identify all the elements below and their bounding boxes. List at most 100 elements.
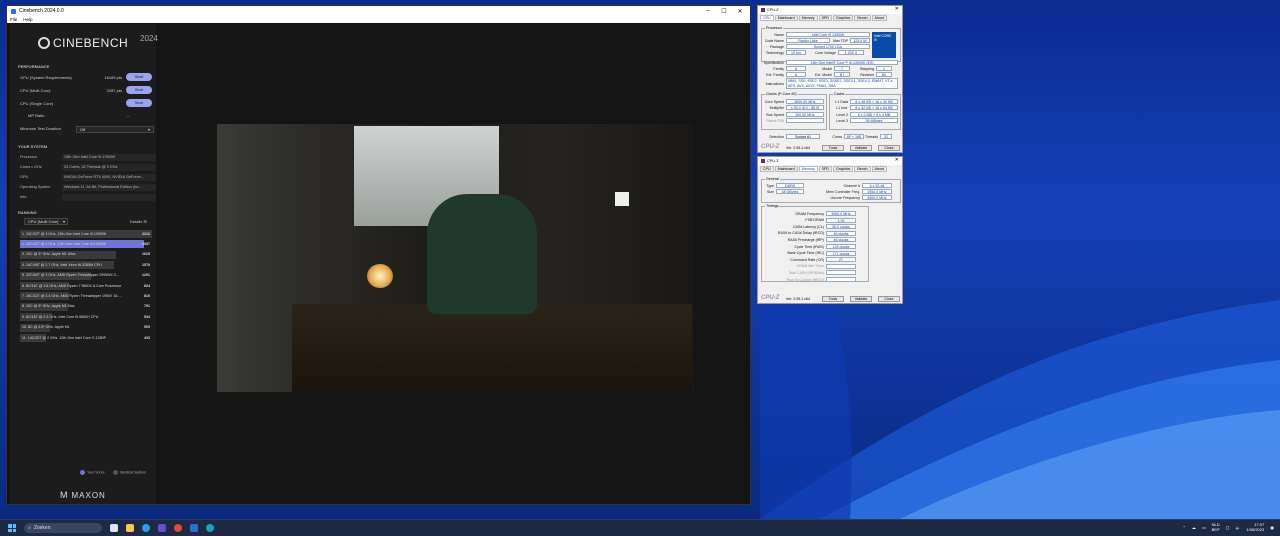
- file-explorer-icon[interactable]: [126, 524, 134, 532]
- kv-technology: Technology 10 nm Core Voltage 1.209 V: [762, 50, 864, 55]
- ranking-row[interactable]: 5. 32C/64T @ 3 GHz, AMD Ryzen Threadripp…: [20, 271, 152, 281]
- cpuz-app-icon: [761, 159, 765, 163]
- system-heading: YOUR SYSTEM: [18, 144, 48, 149]
- min-duration-select[interactable]: Off ▾: [76, 126, 154, 133]
- kv-l1-inst: L1 Inst. 8 x 32 KB + 16 x 64 KB: [830, 105, 898, 110]
- start-cpu-multi-button[interactable]: Start: [126, 86, 152, 94]
- timing-value: 3900.0 MHz: [826, 211, 856, 216]
- tab-cpu[interactable]: CPU: [760, 166, 774, 172]
- start-gpu-button[interactable]: Start: [126, 73, 152, 81]
- tab-spd[interactable]: SPD: [818, 15, 832, 21]
- ranking-row[interactable]: 4. 24C/48T @ 2.7 GHz, Intel Xeon W-3265M…: [20, 260, 152, 271]
- cloud-icon[interactable]: ☁: [1192, 525, 1196, 530]
- system-row: GPU NVIDIA GeForce RTX 4090, NVIDIA GeFor…: [20, 172, 156, 182]
- close-icon[interactable]: ✕: [732, 8, 748, 15]
- perf-label: GPU (System Requirements): [20, 74, 72, 80]
- timing-row: Total CAS# (tRDRAM): [762, 270, 856, 276]
- timing-label: Total CAS# (tRDRAM): [788, 270, 824, 275]
- ranking-name: 6. 8C/16T @ 3.8 GHz, AMD Ryzen 7 5800X 8…: [22, 283, 122, 288]
- timing-label: DRAM Frequency: [795, 211, 824, 216]
- tab-strip: CPU Mainboard Memory SPD Graphics Bench About: [758, 165, 902, 173]
- timing-row: FSB:DRAM 1:39: [762, 217, 856, 223]
- clock[interactable]: 17:07 1/08/2023: [1246, 522, 1264, 532]
- socket-select[interactable]: Socket #1: [786, 134, 820, 139]
- tab-bench[interactable]: Bench: [854, 15, 871, 21]
- tab-about[interactable]: About: [871, 166, 887, 172]
- tab-mainboard[interactable]: Mainboard: [774, 166, 798, 172]
- tab-graphics[interactable]: Graphics: [832, 15, 854, 21]
- ranking-row[interactable]: 6. 8C/16T @ 3.8 GHz, AMD Ryzen 7 5800X 8…: [20, 281, 152, 292]
- tools-button[interactable]: Tools: [822, 296, 844, 302]
- timing-value: [826, 277, 856, 282]
- kv-ext-family: Ext. Family 6 Ext. Model B7 Revision B0: [762, 72, 892, 77]
- menu-help[interactable]: Help: [23, 17, 32, 22]
- mp-ratio-row: MP Ratio --: [28, 110, 152, 120]
- ranking-row[interactable]: 11. 14C/20T @ 2 GHz, 12th Gen Intel Core…: [20, 333, 152, 344]
- title-bar[interactable]: Cinebench 2024.0.0 – ☐ ✕: [7, 6, 750, 16]
- ranking-row[interactable]: 2. 24C/32T @ 3 GHz, 13th Gen Intel Core …: [20, 239, 152, 250]
- title-bar[interactable]: CPU-Z ✕: [758, 157, 902, 165]
- logo-circle-icon: [38, 37, 50, 49]
- ranking-row[interactable]: 3. 20C @ 3* GHz, Apple M1 Ultra 1625: [20, 250, 152, 261]
- tab-bench[interactable]: Bench: [854, 166, 871, 172]
- tab-memory[interactable]: Memory: [798, 166, 818, 172]
- monitor-icon[interactable]: ▢: [1226, 525, 1230, 530]
- taskbar-search[interactable]: ⌕ Zoeken: [24, 523, 102, 533]
- windows-start-icon[interactable]: [8, 524, 16, 532]
- tab-spd[interactable]: SPD: [818, 166, 832, 172]
- kv-channel: Channel #4 x 32-bit: [818, 183, 892, 188]
- minimize-icon[interactable]: –: [700, 8, 716, 14]
- tab-strip: CPU Mainboard Memory SPD Graphics Bench About: [758, 14, 902, 22]
- title-bar[interactable]: CPU-Z ✕: [758, 6, 902, 14]
- timing-row: Command Rate (CR) 2T: [762, 257, 856, 263]
- ranking-row[interactable]: 8. 10C @ 3* GHz, Apple M1 Max 791: [20, 302, 152, 313]
- close-button[interactable]: Close: [878, 296, 900, 302]
- chevron-up-icon[interactable]: ⌃: [1183, 525, 1186, 530]
- legend-your-score: Your Score: [80, 470, 105, 475]
- maximize-icon[interactable]: ☐: [716, 8, 732, 15]
- start-cpu-single-button[interactable]: Start: [126, 99, 152, 107]
- tab-graphics[interactable]: Graphics: [832, 166, 854, 172]
- close-button[interactable]: Close: [878, 145, 900, 151]
- language-indicator[interactable]: NLD BEP: [1212, 522, 1220, 532]
- ranking-row[interactable]: 9. 8C/16T @ 2.3 GHz, Intel Core i9-9880H…: [20, 312, 152, 323]
- task-view-icon[interactable]: [110, 524, 118, 532]
- app-icon-purple[interactable]: [158, 524, 166, 532]
- ranking-row[interactable]: 7. 16C/32T @ 3.4 GHz, AMD Ryzen Threadri…: [20, 291, 152, 302]
- window-title: CPU-Z: [767, 8, 779, 12]
- network-icon[interactable]: ▭: [1202, 525, 1206, 530]
- ranking-row[interactable]: 10. 8C @ 2.5* GHz, Apple M1 509: [20, 323, 152, 333]
- tab-about[interactable]: About: [871, 15, 887, 21]
- edge-icon[interactable]: [142, 524, 150, 532]
- menu-file[interactable]: File: [10, 17, 17, 22]
- cinebench-window: Cinebench 2024.0.0 – ☐ ✕ File Help CINEB…: [6, 5, 751, 505]
- details-button[interactable]: Details ☰: [130, 219, 147, 224]
- ranking-score: 1579: [142, 262, 150, 267]
- notification-icon[interactable]: ▣: [1270, 525, 1274, 530]
- search-placeholder: Zoeken: [33, 525, 51, 531]
- tab-memory[interactable]: Memory: [798, 15, 818, 21]
- tab-mainboard[interactable]: Mainboard: [774, 15, 798, 21]
- perf-points: 2087 pts: [106, 87, 122, 93]
- validate-button[interactable]: Validate: [850, 296, 872, 302]
- ranking-row[interactable]: 1. 24C/32T @ 3 GHz, 13th Gen Intel Core …: [20, 229, 152, 240]
- close-icon[interactable]: ✕: [895, 157, 899, 163]
- ranking-score: 810: [144, 294, 150, 299]
- cinebench-taskbar-icon[interactable]: [190, 524, 198, 532]
- tools-button[interactable]: Tools: [822, 145, 844, 151]
- timing-row: DRAM Frequency 3900.0 MHz: [762, 211, 856, 216]
- chrome-icon[interactable]: [174, 524, 182, 532]
- ranking-select[interactable]: CPU (Multi Core) ▾: [24, 218, 68, 225]
- cpuz-logo: CPU-Z: [761, 144, 780, 150]
- close-icon[interactable]: ✕: [895, 6, 899, 12]
- timing-row: CAS# Latency (CL) 36.0 clocks: [762, 224, 856, 230]
- validate-button[interactable]: Validate: [850, 145, 872, 151]
- cpuz-taskbar-icon[interactable]: [206, 524, 214, 532]
- render-chair: [427, 194, 537, 314]
- version-text: Ver. 2.05.1.x64: [786, 297, 810, 301]
- logo-text: CINEBENCH: [53, 36, 129, 50]
- tab-cpu[interactable]: CPU: [760, 15, 774, 21]
- speaker-icon[interactable]: 🔈: [1235, 525, 1240, 530]
- timing-row: RAS# to CAS# Delay (tRCD) 46 clocks: [762, 230, 856, 236]
- ranking-score: 791: [144, 304, 150, 309]
